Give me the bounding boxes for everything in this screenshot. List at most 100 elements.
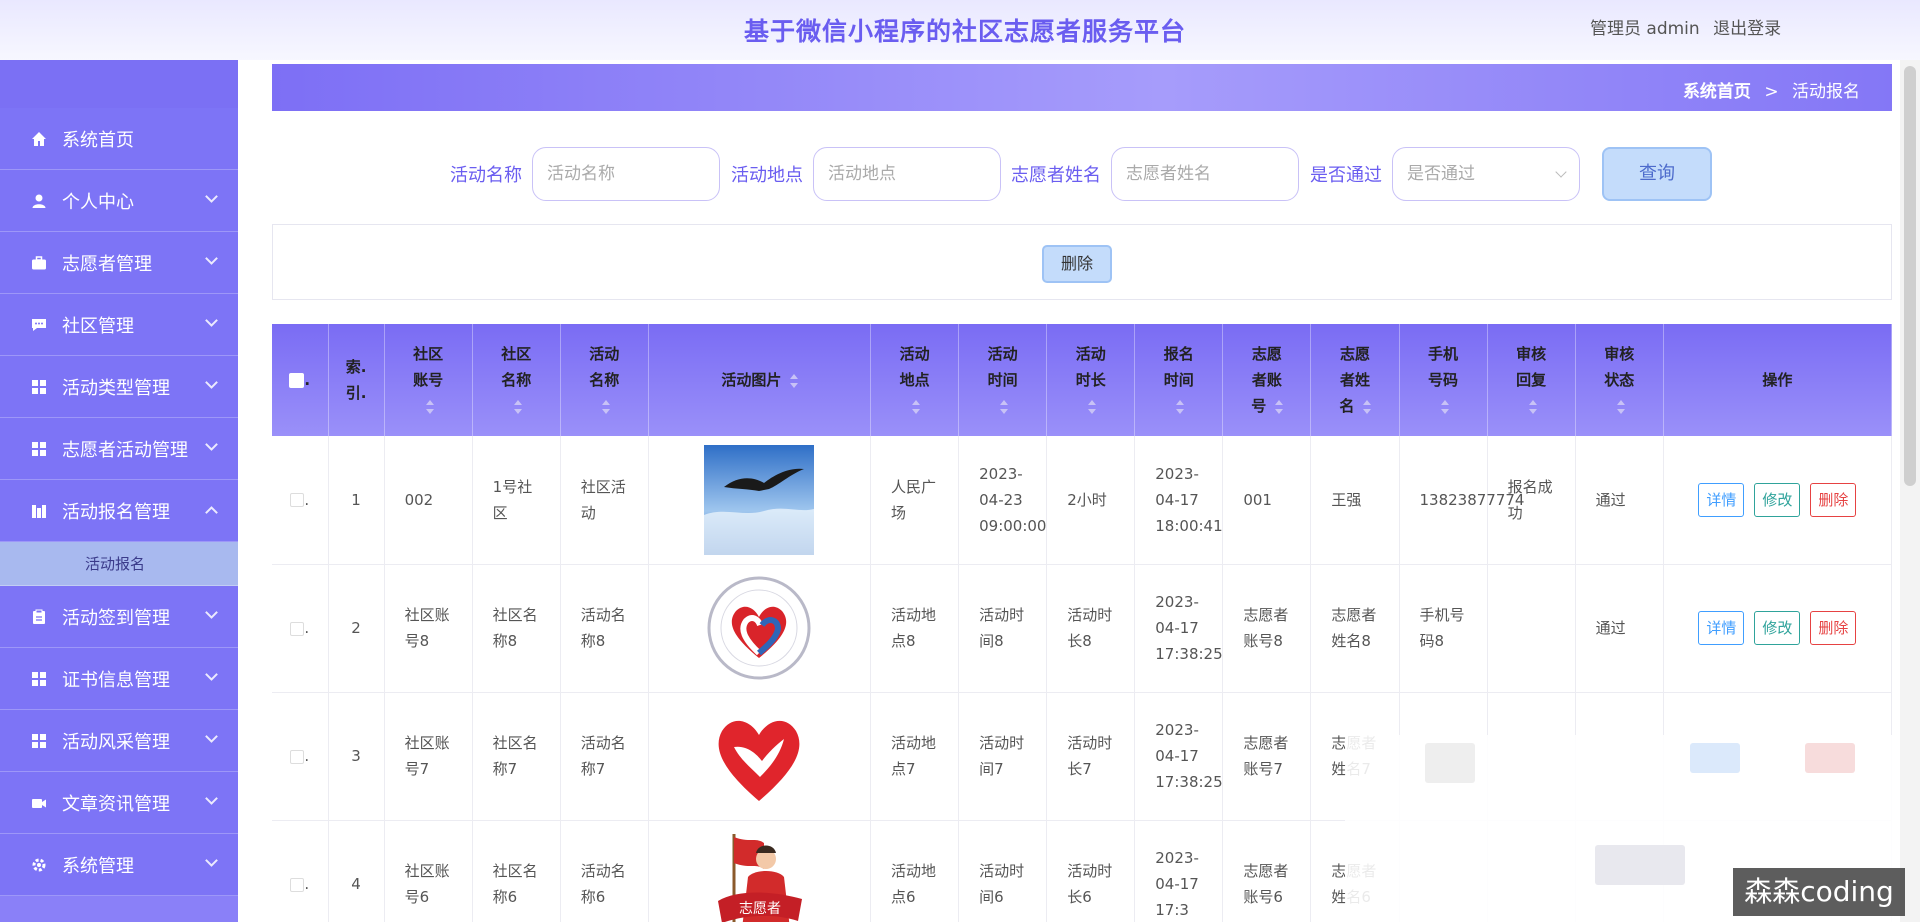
cell-reply [1487, 564, 1576, 693]
cell-phone: 手机号码8 [1399, 564, 1488, 693]
header-status[interactable]: 审核 状态 [1575, 324, 1664, 436]
cell-community-name: 社区名称7 [472, 692, 561, 821]
query-button[interactable]: 查询 [1602, 147, 1712, 201]
sidebar-item-articles[interactable]: 文章资讯管理 [0, 772, 238, 834]
sort-icon[interactable] [912, 399, 921, 414]
page-scrollbar[interactable] [1900, 60, 1920, 922]
cell-volunteer-account: 志愿者账号8 [1222, 564, 1312, 693]
scrollbar-thumb[interactable] [1904, 66, 1916, 486]
sort-icon[interactable] [425, 399, 434, 414]
sidebar-item-community[interactable]: 社区管理 [0, 294, 238, 356]
header-volunteer-name[interactable]: 志愿 者姓名 [1310, 324, 1400, 436]
detail-button[interactable]: 详情 [1698, 482, 1745, 517]
header-volunteer-account[interactable]: 志愿 者账号 [1222, 324, 1312, 436]
breadcrumb-bar: 系统首页 > 活动报名 [272, 64, 1892, 111]
sort-icon[interactable] [789, 373, 798, 388]
is-passed-select[interactable]: 是否通过 [1392, 147, 1580, 201]
grid-icon [30, 440, 48, 458]
sort-icon[interactable] [1088, 399, 1097, 414]
batch-delete-button[interactable]: 删除 [1042, 245, 1112, 283]
cell-activity-duration: 活动时长8 [1046, 564, 1136, 693]
sidebar-item-home[interactable]: 系统首页 [0, 108, 238, 170]
cell-volunteer-account: 志愿者账号6 [1222, 820, 1312, 922]
header-activity-duration[interactable]: 活动 时长 [1046, 324, 1136, 436]
chevron-down-icon [205, 606, 218, 619]
user-area: 管理员 admin 退出登录 [1590, 14, 1789, 39]
header-reply[interactable]: 审核 回复 [1487, 324, 1576, 436]
sidebar-item-label: 活动报名管理 [62, 501, 170, 523]
sidebar-item-checkin[interactable]: 活动签到管理 [0, 586, 238, 648]
row-checkbox[interactable] [290, 621, 305, 636]
sidebar-item-personal[interactable]: 个人中心 [0, 170, 238, 232]
table-header-row: . 索. 引. 社区 账号 社区 名称 活动 名称 活动图片 活动 地点 活动 时间 活动时… [272, 324, 1892, 436]
activity-name-input[interactable]: 活动名称 [532, 147, 720, 201]
volunteer-name-input[interactable]: 志愿者姓名 [1111, 147, 1299, 201]
cell-signup-time: 2023-04-17 18:00:41 [1134, 436, 1224, 565]
header-activity-time[interactable]: 活动 时间 [958, 324, 1048, 436]
header-activity-image[interactable]: 活动图片 [648, 324, 872, 436]
edit-button[interactable]: 修改 [1754, 611, 1801, 645]
cell-signup-time: 2023-04-17 17:38:25 [1134, 564, 1224, 693]
sidebar-item-volunteer[interactable]: 志愿者管理 [0, 232, 238, 294]
sidebar-item-activity-type[interactable]: 活动类型管理 [0, 356, 238, 418]
detail-button[interactable]: 详情 [1698, 611, 1745, 645]
header-activity-place[interactable]: 活动 地点 [870, 324, 960, 436]
cell-activity-name: 活动名称8 [560, 564, 649, 693]
sort-icon[interactable] [601, 399, 610, 414]
breadcrumb-home[interactable]: 系统首页 [1683, 82, 1751, 102]
logout-link[interactable]: 退出登录 [1713, 19, 1781, 39]
top-header: 基于微信小程序的社区志愿者服务平台 管理员 admin 退出登录 [0, 0, 1920, 60]
edit-button[interactable]: 修改 [1754, 482, 1801, 517]
cell-activity-duration: 2小时 [1046, 436, 1136, 565]
chevron-down-icon [205, 376, 218, 389]
cell-phone: 13823877774 [1399, 436, 1524, 565]
header-phone[interactable]: 手机 号码 [1399, 324, 1488, 436]
delete-button[interactable]: 删除 [1810, 611, 1857, 645]
sidebar-item-system[interactable]: 系统管理 [0, 834, 238, 896]
sort-icon[interactable] [1528, 399, 1537, 414]
header-signup-time[interactable]: 报名 时间 [1134, 324, 1224, 436]
cell-activity-image [648, 692, 872, 821]
delete-button[interactable]: 删除 [1810, 482, 1857, 517]
sidebar-item-label: 志愿者活动管理 [62, 439, 188, 461]
sidebar-item-showcase[interactable]: 活动风采管理 [0, 710, 238, 772]
sort-icon[interactable] [513, 399, 522, 414]
table-row: . 1 002 1号社区 社区活动 人民广场 2023-04-23 09:00:… [272, 436, 1892, 565]
sidebar-subitem-signup[interactable]: 活动报名 [0, 542, 238, 586]
blur-patch [1425, 743, 1475, 783]
sort-icon[interactable] [1274, 399, 1283, 414]
chevron-down-icon [205, 792, 218, 805]
video-icon [30, 794, 48, 812]
cell-activity-name: 活动名称7 [560, 692, 649, 821]
cell-activity-place: 活动地点6 [870, 820, 960, 922]
activity-name-label: 活动名称 [450, 165, 522, 186]
sort-icon[interactable] [1000, 399, 1009, 414]
row-checkbox[interactable] [290, 493, 305, 508]
sort-icon[interactable] [1440, 399, 1449, 414]
row-checkbox[interactable] [290, 877, 305, 892]
row-select: . [272, 692, 329, 821]
header-community-name[interactable]: 社区 名称 [472, 324, 561, 436]
sidebar-item-label: 系统管理 [62, 855, 134, 877]
sidebar-item-certificate[interactable]: 证书信息管理 [0, 648, 238, 710]
sort-icon[interactable] [1176, 399, 1185, 414]
row-checkbox[interactable] [290, 749, 305, 764]
header-community-account[interactable]: 社区 账号 [384, 324, 473, 436]
activity-place-input[interactable]: 活动地点 [813, 147, 1001, 201]
sidebar-item-label: 志愿者管理 [62, 253, 152, 275]
cell-community-account: 社区账号7 [384, 692, 473, 821]
header-activity-name[interactable]: 活动 名称 [560, 324, 649, 436]
chevron-down-icon [205, 668, 218, 681]
sidebar-item-signup[interactable]: 活动报名管理 [0, 480, 238, 542]
cell-community-account: 社区账号8 [384, 564, 473, 693]
sidebar-item-label: 活动签到管理 [62, 607, 170, 629]
sort-icon[interactable] [1616, 399, 1625, 414]
chart-icon [30, 502, 48, 520]
header-operations: 操作 [1663, 324, 1892, 436]
is-passed-placeholder: 是否通过 [1407, 164, 1475, 184]
select-all-checkbox[interactable] [289, 373, 305, 388]
volunteer-name-label: 志愿者姓名 [1011, 165, 1101, 186]
sort-icon[interactable] [1362, 399, 1371, 414]
sidebar-top [0, 60, 238, 108]
sidebar-item-volunteer-activity[interactable]: 志愿者活动管理 [0, 418, 238, 480]
